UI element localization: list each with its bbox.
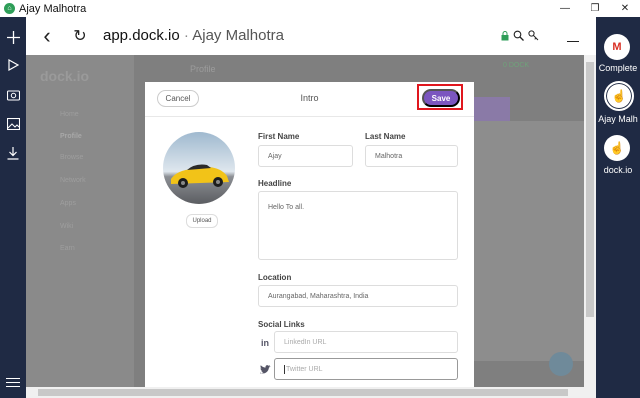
window-title: Ajay Malhotra	[19, 2, 87, 15]
browser-toolbar: ‹ ↻ app.dock.io · Ajay Malhotra	[26, 17, 596, 56]
minimize-bot-icon[interactable]	[567, 41, 579, 42]
zoom-icon[interactable]	[513, 30, 524, 44]
gmail-icon: M	[612, 41, 622, 53]
first-name-label: First Name	[258, 132, 300, 141]
linkedin-icon: in	[261, 338, 269, 348]
location-label: Location	[258, 273, 292, 282]
url-domain: app.dock.io	[103, 27, 180, 44]
twitter-url-input[interactable]: Twitter URL	[274, 358, 458, 380]
back-icon: ‹	[43, 23, 51, 48]
download-icon[interactable]	[5, 145, 21, 161]
refresh-icon: ↻	[73, 28, 87, 45]
first-name-field[interactable]: Ajay	[258, 145, 353, 167]
headline-label: Headline	[258, 179, 292, 188]
bg-nav-wiki: Wiki	[60, 223, 74, 230]
intro-modal: Cancel Intro Save Upload First Name Ajay…	[145, 82, 474, 387]
address-bar-icons	[501, 30, 539, 44]
hamburger-menu-icon[interactable]	[6, 375, 20, 390]
bot-complete[interactable]: M	[604, 34, 630, 60]
bg-nav-profile: Profile	[60, 133, 82, 140]
key-icon[interactable]	[528, 30, 539, 44]
bg-logo: dock.io	[40, 68, 90, 84]
url-page-user: Ajay Malhotra	[192, 27, 284, 44]
bg-balance: 0 DOCK	[503, 62, 530, 69]
play-icon[interactable]	[5, 57, 21, 73]
minimize-window-button[interactable]: —	[550, 0, 580, 17]
last-name-label: Last Name	[365, 132, 406, 141]
twitter-url-placeholder: Twitter URL	[286, 365, 323, 373]
bg-chat-bubble-icon	[549, 352, 573, 376]
vertical-scroll-thumb[interactable]	[586, 62, 594, 317]
app-logo-icon: ⌂	[4, 3, 15, 14]
horizontal-scroll-thumb[interactable]	[38, 389, 568, 396]
bg-nav-browse: Browse	[60, 154, 84, 161]
bg-right-card	[466, 121, 586, 361]
headline-textarea[interactable]: Hello To all.	[258, 191, 458, 260]
bot-complete-label: Complete	[598, 63, 638, 73]
restore-window-button[interactable]: ❐	[580, 0, 610, 17]
save-button[interactable]: Save	[422, 89, 460, 107]
bot-ajay-label: Ajay Malh	[598, 114, 638, 124]
back-button[interactable]: ‹	[38, 23, 56, 48]
image-icon[interactable]	[5, 116, 21, 132]
right-rail: M Complete ☝ Ajay Malh ☝ dock.io	[596, 17, 640, 398]
bg-nav-home: Home	[60, 111, 79, 118]
close-window-button[interactable]: ✕	[610, 0, 640, 17]
bot-dockio-label: dock.io	[603, 165, 633, 175]
dock-hand-icon: ☝	[611, 89, 627, 103]
modal-header: Cancel Intro Save	[145, 82, 474, 117]
left-rail	[0, 17, 26, 398]
linkedin-url-input[interactable]: LinkedIn URL	[274, 331, 458, 353]
lock-icon	[501, 30, 509, 44]
bg-header-title: Profile	[190, 64, 216, 74]
url-separator: ·	[179, 27, 193, 44]
last-name-field[interactable]: Malhotra	[365, 145, 458, 167]
twitter-icon	[259, 363, 271, 375]
camera-icon[interactable]	[5, 87, 21, 103]
upload-button[interactable]: Upload	[186, 214, 218, 228]
bg-nav-network: Network	[60, 177, 86, 184]
text-cursor	[284, 364, 285, 374]
bg-nav-earn: Earn	[60, 245, 75, 252]
avatar[interactable]	[163, 132, 235, 204]
location-field[interactable]: Aurangabad, Maharashtra, India	[258, 285, 458, 307]
add-icon[interactable]	[5, 29, 21, 45]
window-controls: — ❐ ✕	[550, 0, 640, 17]
bot-ajay[interactable]: ☝	[604, 81, 634, 111]
refresh-button[interactable]: ↻	[71, 27, 89, 45]
window-titlebar: ⌂ Ajay Malhotra — ❐ ✕	[0, 0, 640, 18]
address-bar[interactable]: app.dock.io · Ajay Malhotra	[103, 27, 284, 44]
bg-sidebar	[26, 55, 134, 387]
dock-hand-icon: ☝	[609, 141, 625, 155]
bg-nav-apps: Apps	[60, 200, 76, 207]
social-links-label: Social Links	[258, 320, 305, 329]
bot-dockio[interactable]: ☝	[604, 135, 630, 161]
